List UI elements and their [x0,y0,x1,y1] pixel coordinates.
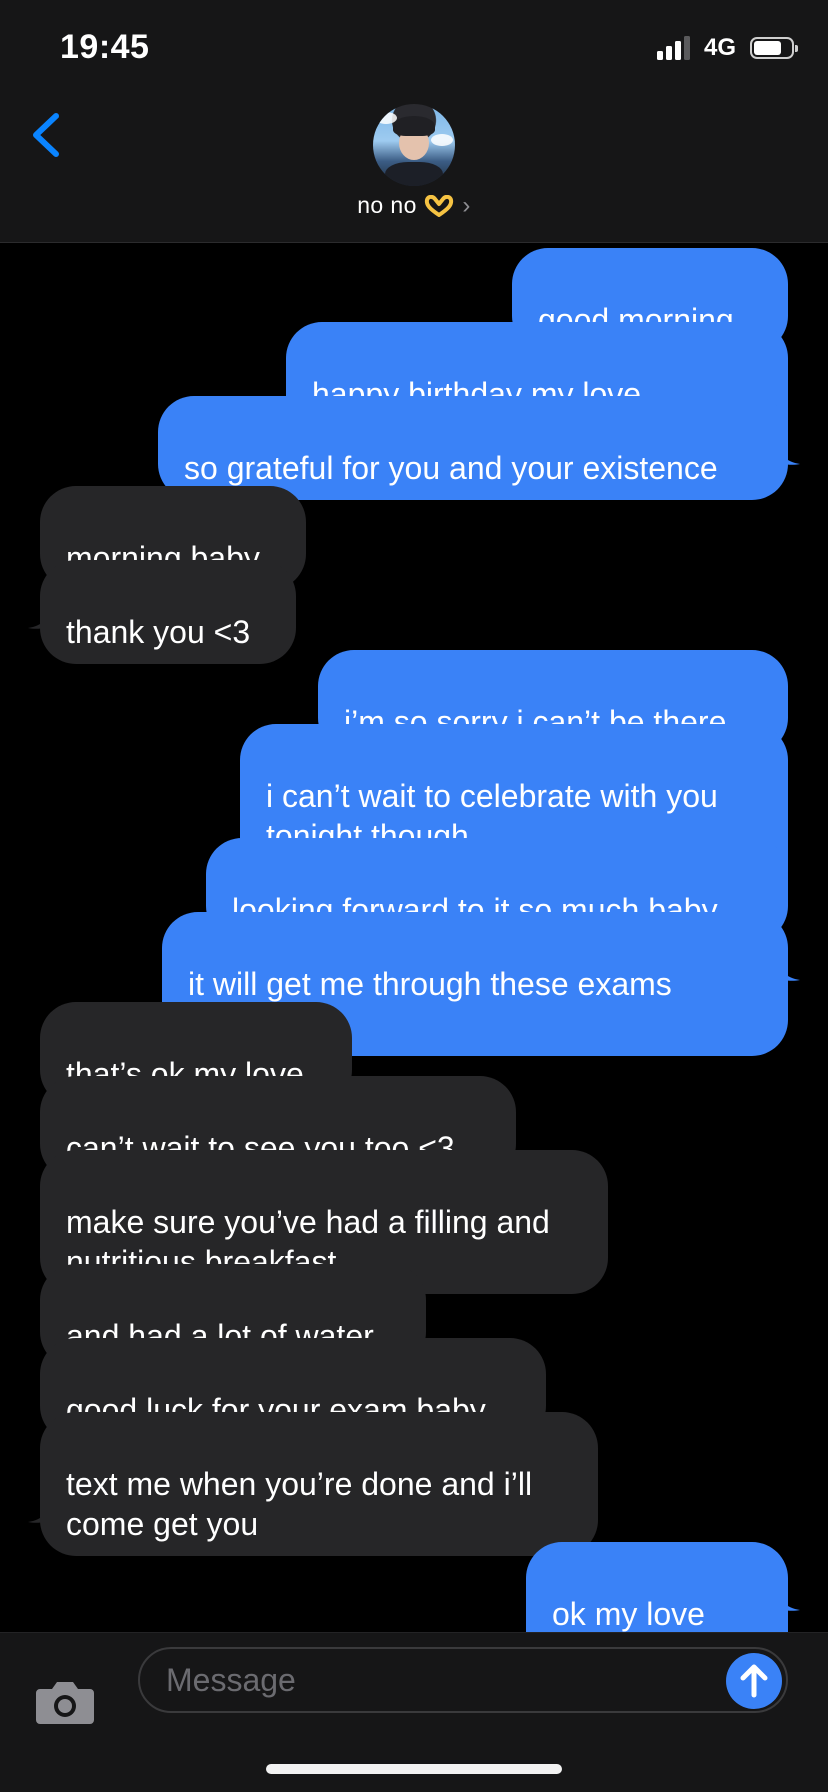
back-button[interactable] [28,108,68,162]
network-type: 4G [703,34,736,61]
send-button[interactable] [726,1653,782,1709]
message-input[interactable] [138,1647,788,1713]
arrow-up-icon [740,1664,768,1698]
bubble-tail-outgoing [776,956,800,981]
status-time: 19:45 [60,28,150,66]
camera-button[interactable] [34,1679,96,1725]
bubble-tail-incoming [28,1498,52,1523]
battery-icon [750,37,798,59]
message-thread[interactable]: good morning happy birthday my love so g… [0,242,828,1686]
conversation-header: 19:45 4G no no › [0,0,828,243]
chevron-right-icon: › [462,192,471,219]
signal-strength-icon [656,36,690,60]
status-indicators: 4G [656,34,798,62]
chevron-left-icon [33,113,59,157]
message-bubble-incoming[interactable]: thank you <3 [40,560,296,664]
messages-screen: 19:45 4G no no › good morning happy birt… [0,0,828,1792]
contact-name-link[interactable]: no no › [0,192,828,220]
message-text: ok my love [552,1596,705,1632]
home-indicator[interactable] [266,1764,562,1774]
bubble-tail-outgoing [776,1586,800,1611]
message-bubble-outgoing[interactable]: so grateful for you and your existence [158,396,788,500]
message-bubble-incoming[interactable]: text me when you’re done and i’ll come g… [40,1412,598,1556]
message-text: text me when you’re done and i’ll come g… [66,1466,533,1542]
contact-name: no no [357,192,417,218]
message-text: thank you <3 [66,614,251,650]
message-text: so grateful for you and your existence [184,450,718,486]
bubble-tail-incoming [28,604,52,629]
contact-avatar[interactable] [373,104,455,186]
heart-hands-icon [424,195,453,217]
camera-icon [36,1682,94,1724]
message-text: it will get me through these exams [188,966,672,1002]
bubble-tail-outgoing [776,440,800,465]
